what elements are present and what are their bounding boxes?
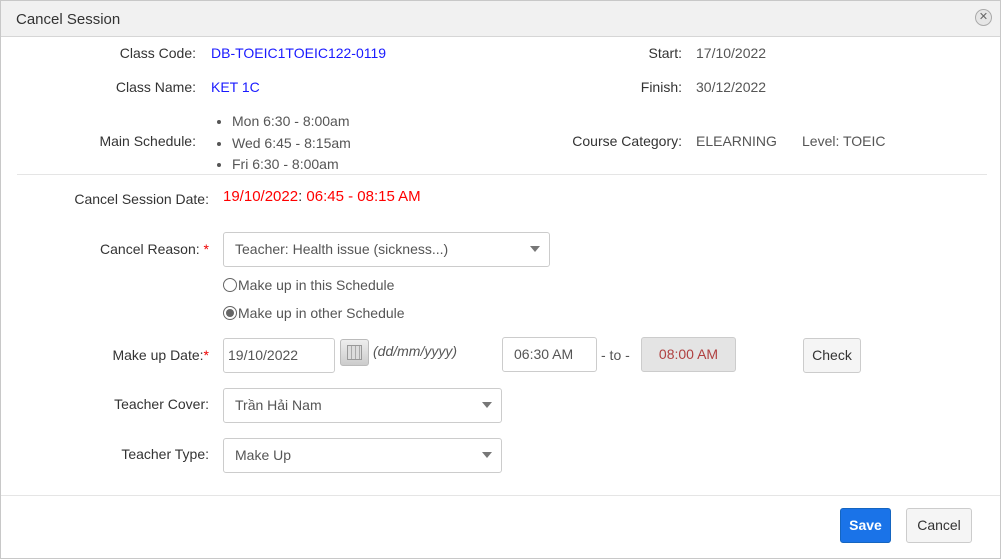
to-separator: - to - — [601, 347, 630, 363]
dialog-header: Cancel Session ✕ — [1, 1, 1000, 37]
finish-value: 30/12/2022 — [696, 79, 767, 95]
course-category-label: Course Category: — [572, 133, 682, 149]
teacher-cover-label: Teacher Cover: — [114, 396, 209, 412]
level-value: Level: TOEIC — [802, 133, 886, 149]
cancel-reason-select[interactable]: Teacher: Health issue (sickness...) — [223, 232, 550, 267]
finish-label: Finish: — [640, 79, 682, 95]
time-to-input: 08:00 AM — [641, 337, 736, 372]
schedule-list: Mon 6:30 - 8:00am Wed 6:45 - 8:15am Fri … — [232, 111, 351, 176]
footer-divider — [1, 495, 1000, 496]
teacher-cover-select[interactable]: Trần Hải Nam — [223, 388, 502, 423]
chevron-down-icon — [482, 452, 492, 458]
cancel-session-dialog: Cancel Session ✕ Class Code: DB-TOEIC1TO… — [0, 0, 1001, 559]
cancel-reason-label: Cancel Reason: * — [100, 241, 209, 257]
calendar-icon[interactable] — [340, 339, 369, 366]
radio-make-up-this-schedule[interactable]: Make up in this Schedule — [223, 277, 394, 293]
schedule-item: Fri 6:30 - 8:00am — [232, 154, 351, 176]
cancel-button[interactable]: Cancel — [906, 508, 972, 543]
class-code-label: Class Code: — [119, 45, 196, 61]
chevron-down-icon — [530, 246, 540, 252]
teacher-type-select[interactable]: Make Up — [223, 438, 502, 473]
class-name-label: Class Name: — [115, 79, 196, 95]
schedule-item: Wed 6:45 - 8:15am — [232, 133, 351, 155]
save-button[interactable]: Save — [840, 508, 891, 543]
dialog-title: Cancel Session — [16, 11, 121, 28]
cancel-session-date-label: Cancel Session Date: — [74, 191, 209, 207]
schedule-item: Mon 6:30 - 8:00am — [232, 111, 351, 133]
date-format-hint: (dd/mm/yyyy) — [373, 343, 457, 359]
class-name-value: KET 1C — [211, 79, 260, 95]
main-schedule-label: Main Schedule: — [99, 133, 196, 149]
start-value: 17/10/2022 — [696, 45, 767, 61]
radio-make-up-other-schedule[interactable]: Make up in other Schedule — [223, 305, 405, 321]
chevron-down-icon — [482, 402, 492, 408]
time-from-input[interactable]: 06:30 AM — [502, 337, 597, 372]
cancel-session-date-value: 19/10/2022: 06:45 - 08:15 AM — [223, 188, 421, 205]
course-category-value: ELEARNING — [696, 133, 777, 149]
teacher-type-label: Teacher Type: — [121, 446, 209, 462]
divider — [17, 174, 987, 175]
make-up-date-label: Make up Date:* — [112, 347, 209, 363]
close-icon[interactable]: ✕ — [975, 9, 992, 26]
start-label: Start: — [648, 45, 682, 61]
make-up-date-input[interactable]: 19/10/2022 — [223, 338, 335, 373]
class-code-value: DB-TOEIC1TOEIC122-0119 — [211, 45, 387, 61]
check-button[interactable]: Check — [803, 338, 861, 373]
